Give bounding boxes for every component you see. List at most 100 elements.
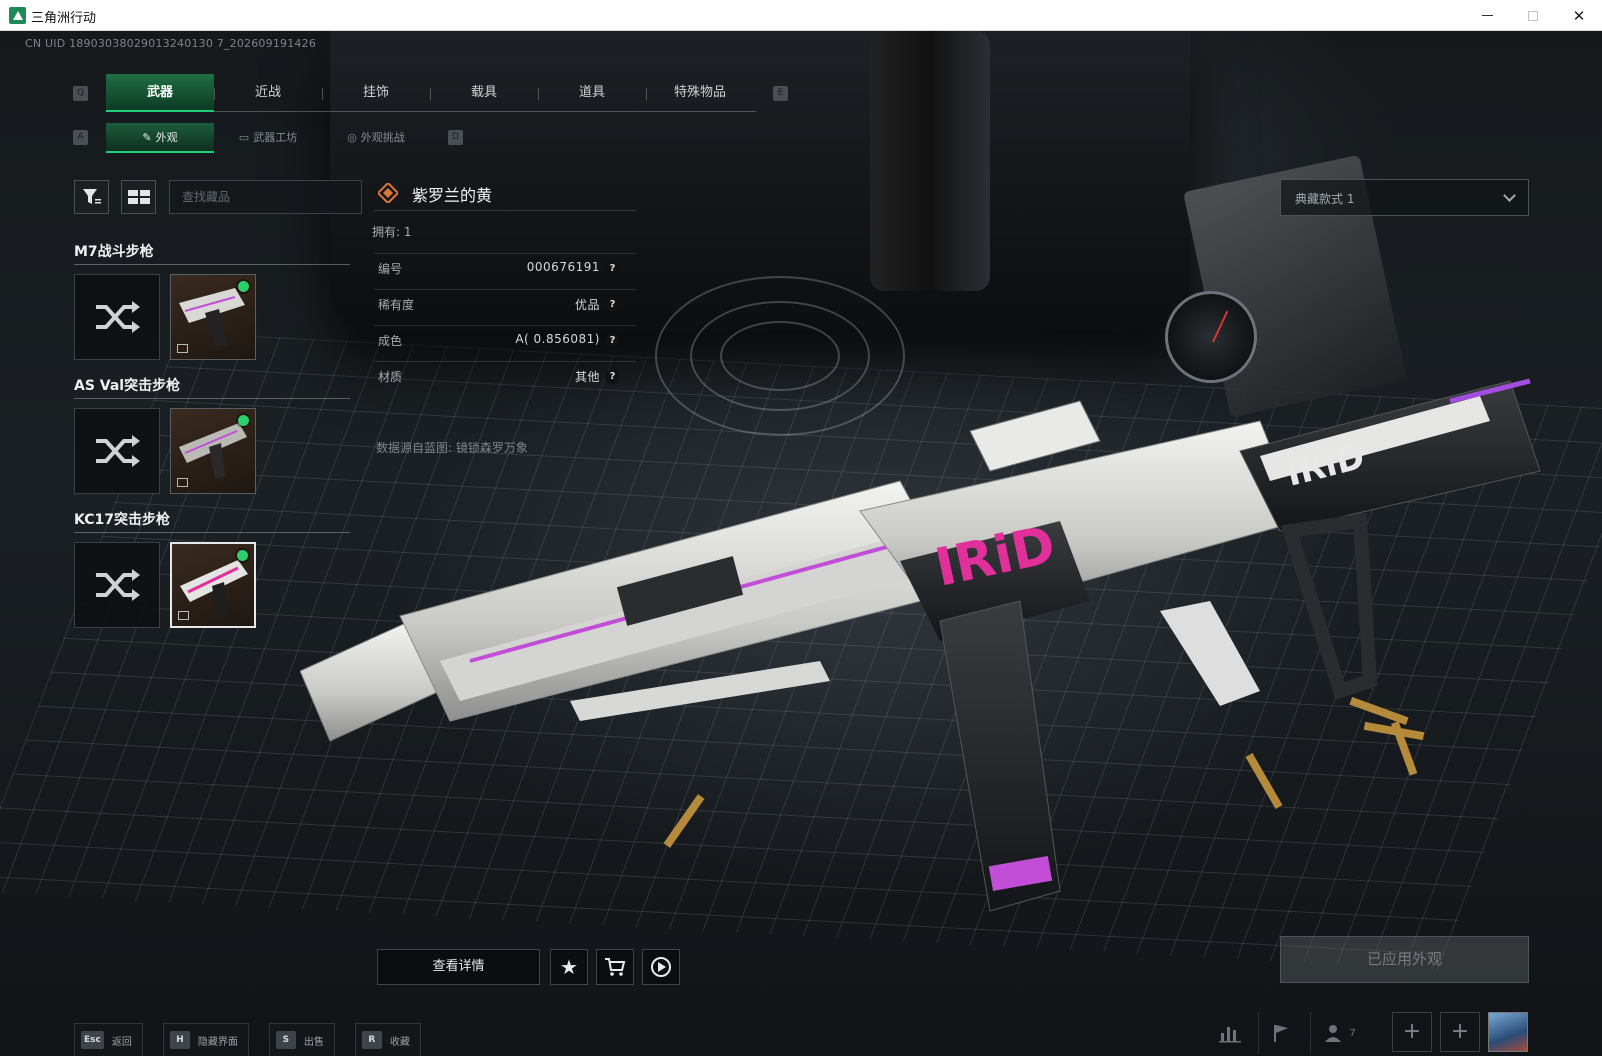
maximize-button[interactable]	[1510, 0, 1556, 31]
hotkey-label: 收藏	[389, 1036, 410, 1048]
filter-icon	[82, 189, 101, 204]
equipped-indicator	[238, 415, 249, 426]
shuffle-icon	[96, 435, 140, 467]
tab-vehicles[interactable]: 载具	[430, 74, 538, 111]
subtab-appearance-label: 外观	[155, 131, 178, 144]
add-party-slot-button[interactable]: +	[1440, 1012, 1480, 1052]
applied-appearance-button[interactable]: 已应用外观	[1280, 936, 1529, 983]
market-button[interactable]	[596, 949, 634, 985]
hotkey-label: 隐藏界面	[197, 1036, 238, 1048]
key-cap: S	[275, 1031, 296, 1049]
cart-icon	[605, 958, 626, 976]
subtab-next-key: D	[448, 130, 463, 145]
star-icon: ★	[560, 955, 578, 979]
tab-items[interactable]: 道具	[538, 74, 646, 111]
image-icon	[177, 478, 188, 487]
hotkey-bar: Esc 返回 H 隐藏界面 S 出售 R 收藏	[74, 1023, 421, 1056]
variant-dropdown-value: 典藏款式 1	[1295, 192, 1355, 206]
subtab-appearance[interactable]: ✎ 外观	[106, 123, 214, 153]
add-party-slot-button[interactable]: +	[1392, 1012, 1432, 1052]
view-details-button[interactable]: 查看详情	[377, 949, 540, 985]
rifle-thumbnail-icon	[179, 288, 245, 347]
friends-button[interactable]: 7	[1310, 1012, 1370, 1054]
brush-icon: ✎	[142, 131, 152, 144]
hotkey-collect[interactable]: R 收藏	[354, 1023, 421, 1056]
random-skin-button[interactable]	[74, 274, 160, 360]
shuffle-icon	[96, 301, 140, 333]
divider	[74, 532, 350, 533]
divider	[74, 264, 350, 265]
friends-count: 7	[1349, 1027, 1356, 1039]
hotkey-label: 出售	[303, 1036, 324, 1048]
help-icon[interactable]: ?	[605, 369, 620, 384]
friends-icon	[1325, 1025, 1342, 1042]
attribute-label: 编号	[378, 262, 403, 276]
variant-dropdown[interactable]: 典藏款式 1	[1280, 179, 1529, 216]
help-icon[interactable]: ?	[605, 297, 620, 312]
help-icon[interactable]: ?	[605, 333, 620, 348]
filter-button[interactable]	[74, 180, 109, 214]
grid-view-button[interactable]	[121, 180, 156, 214]
tab-prev-key: Q	[73, 86, 88, 101]
skin-thumbnail[interactable]	[170, 408, 256, 494]
help-icon[interactable]: ?	[605, 261, 620, 276]
tab-next-key: E	[773, 86, 788, 101]
attribute-value: 其他	[574, 370, 600, 384]
challenge-icon: ◎	[347, 131, 357, 144]
hotkey-label: 返回	[111, 1036, 132, 1048]
tab-weapons[interactable]: 武器	[106, 74, 214, 112]
tab-special-items[interactable]: 特殊物品	[646, 74, 754, 111]
skin-name-row: 紫罗兰的黄	[374, 177, 636, 211]
attribute-row-material: 材质 其他 ?	[374, 361, 636, 391]
attribute-value: 优品	[574, 298, 600, 312]
collection-search-input[interactable]	[169, 180, 362, 214]
subtab-prev-key: A	[73, 130, 88, 145]
equipped-indicator	[237, 550, 248, 561]
tab-melee[interactable]: 近战	[214, 74, 322, 111]
weapon-group-title: AS Val突击步枪	[74, 378, 181, 394]
rarity-diamond-icon	[378, 183, 398, 203]
uid-label: CN UID 18903038029013240130 7_2026091914…	[25, 37, 317, 50]
grid-view-icon	[127, 190, 150, 204]
window-titlebar: 三角洲行动 ✕	[0, 0, 1602, 31]
bar-chart-icon	[1219, 1027, 1241, 1043]
weapon-group-title: KC17突击步枪	[74, 512, 170, 528]
flag-icon	[1273, 1025, 1288, 1042]
play-icon	[651, 957, 671, 977]
attribute-label: 成色	[378, 334, 403, 348]
tab-charms[interactable]: 挂饰	[322, 74, 430, 111]
chevron-down-icon	[1503, 189, 1516, 202]
player-avatar[interactable]	[1488, 1012, 1528, 1052]
skin-thumbnail-selected[interactable]	[170, 542, 256, 628]
flag-button[interactable]	[1258, 1012, 1302, 1054]
attribute-label: 稀有度	[378, 298, 415, 312]
preview-button[interactable]	[642, 949, 680, 985]
shuffle-icon	[96, 569, 140, 601]
attribute-row-condition: 成色 A( 0.856081) ?	[374, 325, 636, 355]
workshop-icon: ▭	[238, 131, 250, 144]
subtab-challenges[interactable]: ◎ 外观挑战	[322, 123, 430, 153]
skin-thumbnail[interactable]	[170, 274, 256, 360]
blueprint-source: 数据源自蓝图: 镜锁森罗万象	[376, 441, 528, 455]
divider	[74, 398, 350, 399]
key-cap: H	[169, 1031, 190, 1049]
favorite-button[interactable]: ★	[550, 949, 588, 985]
subtab-workshop[interactable]: ▭ 武器工坊	[214, 123, 322, 153]
equipped-indicator	[238, 281, 249, 292]
app-icon	[9, 7, 26, 24]
random-skin-button[interactable]	[74, 542, 160, 628]
hotkey-sell[interactable]: S 出售	[268, 1023, 335, 1056]
subtab-challenges-label: 外观挑战	[360, 131, 405, 144]
image-icon	[177, 344, 188, 353]
stats-button[interactable]	[1210, 1012, 1250, 1054]
close-button[interactable]: ✕	[1556, 0, 1602, 31]
hotkey-back[interactable]: Esc 返回	[74, 1023, 143, 1056]
hotkey-hide-ui[interactable]: H 隐藏界面	[162, 1023, 249, 1056]
minimize-button[interactable]	[1464, 0, 1510, 31]
attribute-value: 000676191	[526, 260, 600, 274]
attribute-label: 材质	[378, 370, 403, 384]
key-cap: R	[361, 1031, 382, 1049]
random-skin-button[interactable]	[74, 408, 160, 494]
weapon-group-title: M7战斗步枪	[74, 244, 154, 260]
window-title: 三角洲行动	[31, 11, 97, 26]
